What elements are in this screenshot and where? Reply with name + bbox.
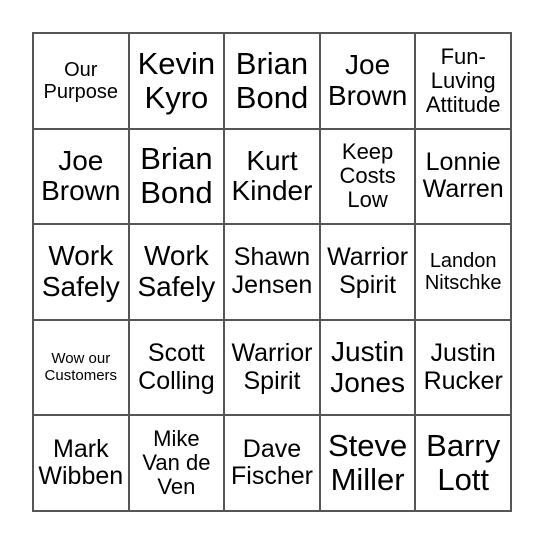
bingo-cell-text: Brian Bond (235, 45, 309, 115)
bingo-cell[interactable]: Warrior Spirit (319, 224, 416, 320)
bingo-cell[interactable]: Fun-Luving Attitude (415, 33, 511, 129)
bingo-cell-text: Kurt Kinder (231, 144, 313, 207)
bingo-cell-text: Brian Bond (140, 141, 213, 211)
bingo-cell-text: Wow our Customers (44, 350, 118, 384)
bingo-cell[interactable]: Steve Miller (319, 415, 416, 511)
bingo-cell[interactable]: Our Purpose (33, 33, 129, 129)
bingo-cell[interactable]: Work Safely (128, 224, 225, 320)
bingo-cell[interactable]: Warrior Spirit (224, 319, 320, 416)
bingo-cell-text: Landon Nitschke (424, 249, 502, 294)
bingo-cell[interactable]: Scott Colling (128, 319, 225, 416)
bingo-cell-text: Barry Lott (426, 428, 501, 498)
bingo-cell[interactable]: Brian Bond (128, 128, 225, 225)
bingo-cell[interactable]: Kurt Kinder (224, 128, 320, 225)
bingo-cell-text: Work Safely (137, 240, 216, 302)
bingo-cell[interactable]: Joe Brown (319, 33, 416, 129)
bingo-cell-text: Fun-Luving Attitude (425, 43, 501, 117)
bingo-cell[interactable]: Justin Jones (319, 319, 416, 416)
bingo-cell-text: Mike Van de Ven (142, 425, 211, 500)
bingo-cell-text: Justin Jones (330, 335, 405, 398)
bingo-cell[interactable]: Barry Lott (415, 415, 511, 511)
bingo-cell-text: Joe Brown (41, 144, 121, 207)
bingo-cell[interactable]: Wow our Customers (33, 319, 129, 416)
bingo-cell[interactable]: Landon Nitschke (415, 224, 511, 320)
bingo-cell-text: Joe Brown (327, 49, 408, 111)
bingo-cell-text: Lonnie Warren (422, 147, 504, 204)
bingo-cell-text: Steve Miller (327, 428, 408, 498)
bingo-cell-text: Mark Wibben (38, 434, 124, 491)
bingo-cell-text: Our Purpose (43, 58, 119, 103)
bingo-cell[interactable]: Lonnie Warren (415, 128, 511, 225)
bingo-cell-text: Shawn Jensen (231, 243, 313, 299)
bingo-cell[interactable]: Dave Fischer (224, 415, 320, 511)
bingo-cell[interactable]: Shawn Jensen (224, 224, 320, 320)
bingo-cell[interactable]: Work Safely (33, 224, 129, 320)
bingo-cell-text: Work Safely (41, 240, 120, 302)
bingo-cell-text: Warrior Spirit (327, 243, 409, 299)
bingo-cell[interactable]: Kevin Kyro (128, 33, 225, 129)
bingo-cell-text: Dave Fischer (231, 434, 313, 491)
bingo-cell-text: Justin Rucker (423, 339, 503, 395)
bingo-cell[interactable]: Joe Brown (33, 128, 129, 225)
bingo-cell-text: Scott Colling (138, 339, 215, 395)
bingo-cell-text: Keep Costs Low (339, 139, 396, 213)
bingo-cell-text: Warrior Spirit (231, 339, 313, 395)
bingo-cell[interactable]: Brian Bond (224, 33, 320, 129)
bingo-cell[interactable]: Justin Rucker (415, 319, 511, 416)
bingo-cell[interactable]: Mike Van de Ven (128, 415, 225, 511)
bingo-cell[interactable]: Keep Costs Low (319, 128, 416, 225)
bingo-cell[interactable]: Mark Wibben (33, 415, 129, 511)
bingo-cell-text: Kevin Kyro (137, 45, 216, 115)
bingo-board: Our Purpose Kevin Kyro Brian Bond Joe Brown… (32, 32, 512, 512)
